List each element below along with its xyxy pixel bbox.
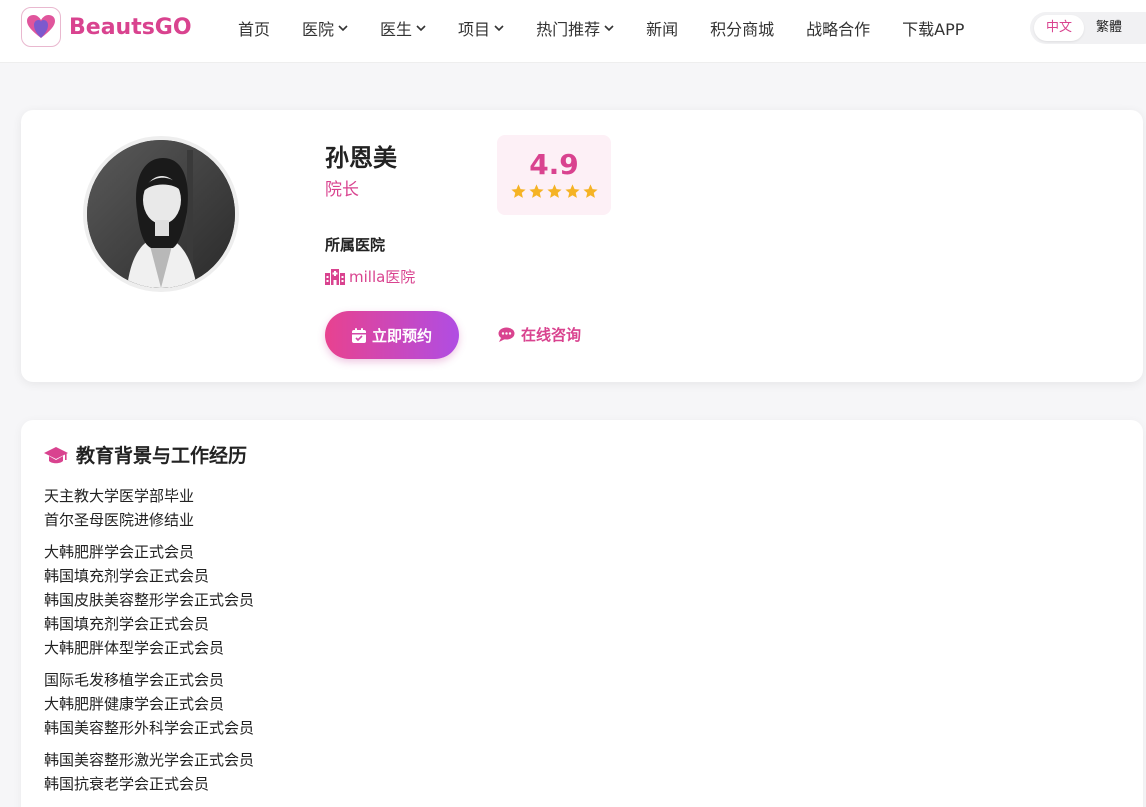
chevron-down-icon <box>416 24 426 32</box>
rating-value: 4.9 <box>529 148 579 181</box>
education-item: 韩国皮肤美容整形学会正式会员 <box>44 591 255 609</box>
book-now-button[interactable]: 立即预约 <box>325 311 459 359</box>
education-group: 天主教大学医学部毕业 首尔圣母医院进修结业 <box>44 484 254 532</box>
nav-item[interactable]: 项目 <box>442 16 520 40</box>
nav-item[interactable]: 热门推荐 <box>520 16 630 40</box>
education-item: 国际毛发移植学会正式会员 <box>44 671 225 689</box>
main-nav: 首页 医院 医生 项目 热门推荐 新闻 积分商城 战略合作 下载APP <box>222 16 980 40</box>
hospital-label: 所属医院 <box>325 236 386 254</box>
nav-item-label: 积分商城 <box>710 20 775 39</box>
education-title: 教育背景与工作经历 <box>76 445 248 467</box>
education-card: 教育背景与工作经历 天主教大学医学部毕业 首尔圣母医院进修结业 大韩肥胖学会正式会员… <box>21 420 1143 807</box>
hospital-name: milla医院 <box>349 268 416 286</box>
nav-item[interactable]: 积分商城 <box>694 16 790 40</box>
hospital-link[interactable]: milla医院 <box>325 266 415 287</box>
nav-item[interactable]: 新闻 <box>630 16 694 40</box>
nav-item-label: 战略合作 <box>806 20 871 39</box>
nav-item[interactable]: 下载APP <box>886 16 980 40</box>
star-icon <box>564 183 581 204</box>
top-header: BeautsGO 首页 医院 医生 项目 热门推荐 新闻 积分商城 战略合作 下载APP 中文 … <box>0 0 1146 63</box>
nav-item-label: 首页 <box>238 20 271 39</box>
doctor-profile-card: 孙恩美 院长 4.9 所属医院 milla医院 立即预约 在线咨询 <box>21 110 1143 382</box>
education-group: 国际毛发移植学会正式会员 大韩肥胖健康学会正式会员韩国美容整形外科学会正式会员 <box>44 668 254 740</box>
chevron-down-icon <box>604 24 614 32</box>
education-item: 韩国填充剂学会正式会员 <box>44 567 210 585</box>
star-icon <box>546 183 563 204</box>
education-item: 韩国抗衰老学会正式会员 <box>44 775 210 793</box>
education-item: 韩国美容整形外科学会正式会员 <box>44 719 255 737</box>
lang-traditional-button[interactable]: 繁體 <box>1084 15 1134 41</box>
hospital-icon <box>325 268 345 285</box>
doctor-name: 孙恩美 <box>325 144 397 172</box>
education-item: 大韩肥胖学会正式会员 <box>44 543 195 561</box>
nav-item-label: 新闻 <box>646 20 679 39</box>
star-icon <box>510 183 527 204</box>
doctor-title: 院长 <box>325 180 359 200</box>
rating-box: 4.9 <box>497 135 611 215</box>
chat-icon <box>498 327 515 342</box>
education-item: 天主教大学医学部毕业 <box>44 487 195 505</box>
calendar-icon <box>351 327 366 343</box>
rating-stars <box>497 183 611 204</box>
star-icon <box>528 183 545 204</box>
education-item: 韩国填充剂学会正式会员 <box>44 615 210 633</box>
nav-item-label: 下载APP <box>902 20 965 39</box>
nav-item[interactable]: 医生 <box>364 16 442 40</box>
education-item: 韩国美容整形激光学会正式会员 <box>44 751 255 769</box>
education-group: 大韩肥胖学会正式会员 韩国填充剂学会正式会员 韩国皮肤美容整形学会正式会员 韩国填充剂… <box>44 540 254 660</box>
nav-item[interactable]: 战略合作 <box>790 16 886 40</box>
nav-item[interactable]: 医院 <box>286 16 364 40</box>
logo[interactable]: BeautsGO <box>21 7 192 47</box>
education-item: 首尔圣母医院进修结业 <box>44 511 195 529</box>
logo-text: BeautsGO <box>69 14 192 40</box>
education-header: 教育背景与工作经历 <box>44 441 247 468</box>
nav-item-label: 热门推荐 <box>536 20 601 39</box>
nav-item-label: 医院 <box>302 20 335 39</box>
education-item: 大韩肥胖体型学会正式会员 <box>44 639 225 657</box>
doctor-avatar <box>83 136 239 292</box>
online-consult-button[interactable]: 在线咨询 <box>498 324 581 345</box>
language-switch: 中文 繁體 <box>1030 12 1146 44</box>
lang-simplified-button[interactable]: 中文 <box>1034 15 1085 41</box>
nav-item-label: 医生 <box>380 20 413 39</box>
book-now-label: 立即预约 <box>371 326 432 345</box>
chevron-down-icon <box>494 24 504 32</box>
education-item: 大韩肥胖健康学会正式会员 <box>44 695 225 713</box>
online-consult-label: 在线咨询 <box>521 326 582 344</box>
nav-item[interactable]: 首页 <box>222 16 286 40</box>
star-icon <box>582 183 599 204</box>
education-group: 韩国美容整形激光学会正式会员 韩国抗衰老学会正式会员 <box>44 748 254 796</box>
nav-item-label: 项目 <box>458 20 491 39</box>
education-list: 天主教大学医学部毕业 首尔圣母医院进修结业 大韩肥胖学会正式会员 韩国填充剂学会正式会… <box>44 484 254 804</box>
chevron-down-icon <box>338 24 348 32</box>
logo-heart-icon <box>21 7 61 47</box>
graduation-cap-icon <box>44 445 68 465</box>
